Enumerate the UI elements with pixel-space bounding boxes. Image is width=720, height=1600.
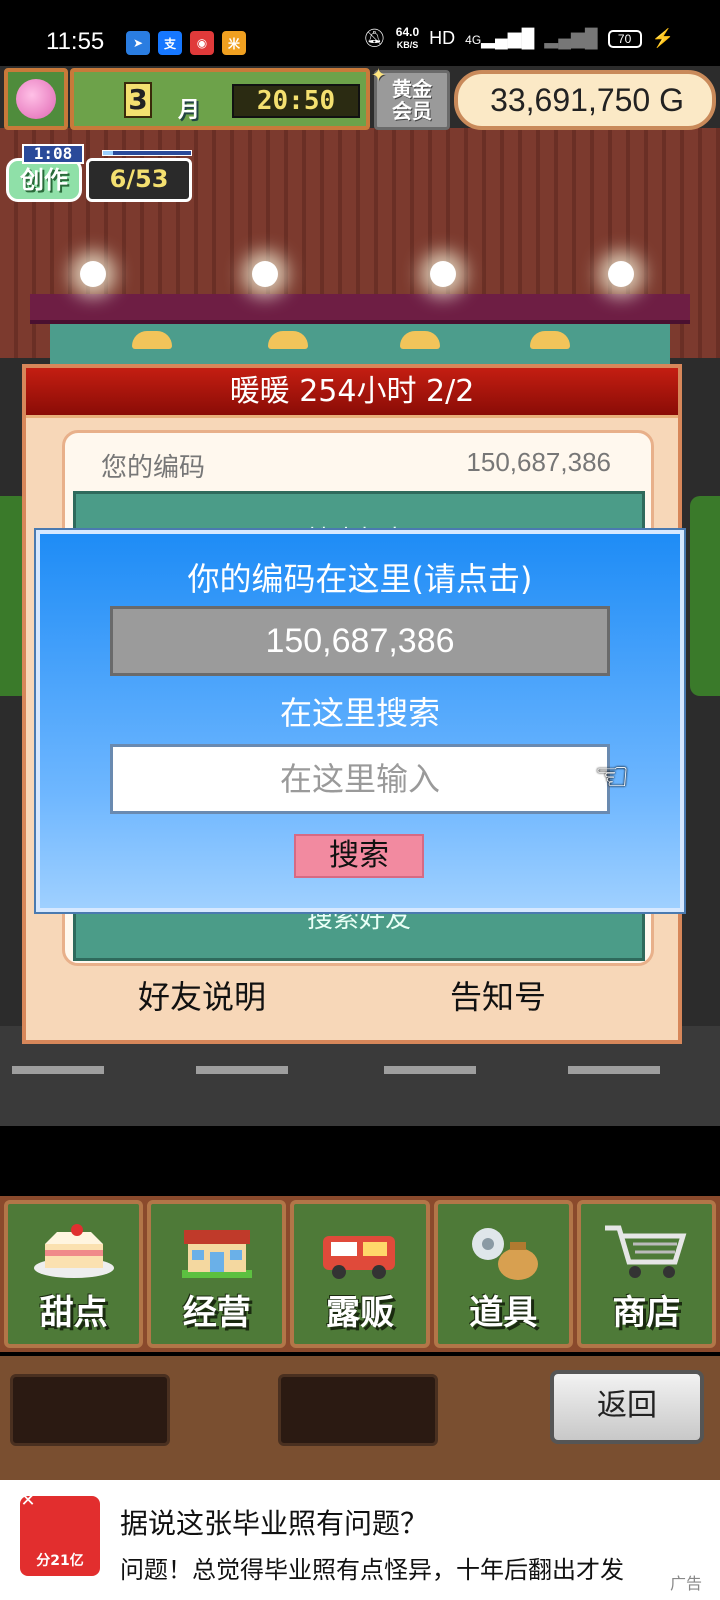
lamp-light bbox=[80, 261, 106, 287]
menu-items[interactable]: 道具 bbox=[433, 1200, 573, 1348]
cake-icon bbox=[31, 1220, 117, 1282]
ad-subtitle[interactable]: 问题！总觉得毕业照有点怪异，十年后翻出才发 bbox=[120, 1550, 720, 1585]
notification-icons: ➤ 支 ◉ 米 bbox=[126, 31, 246, 55]
craft-progress-bar bbox=[102, 150, 192, 156]
status-indicators: 🔕︎ 64.0 KB/S HD 4G▂▄▆█ ▂▄▆█ 70 ⚡ bbox=[363, 26, 674, 51]
empty-slot bbox=[10, 1374, 170, 1446]
signal-2-icon: ▂▄▆█ bbox=[544, 28, 598, 48]
craft-timer: 1:08 bbox=[22, 144, 84, 164]
main-menu: 甜点 经营 露贩 道具 商店 bbox=[0, 1196, 720, 1352]
net-speed: 64.0 KB/S bbox=[395, 25, 420, 50]
cherry-blossom-icon bbox=[16, 79, 56, 119]
road-line bbox=[196, 1066, 288, 1074]
search-dialog: 你的编码在这里(请点击) 150,687,386 在这里搜索 ☜ 搜索 bbox=[36, 530, 684, 912]
ad-title[interactable]: 据说这张毕业照有问题？ bbox=[120, 1502, 428, 1542]
my-code-label: 您的编码 bbox=[101, 452, 206, 482]
season-icon-button[interactable] bbox=[4, 68, 68, 130]
lamp-light bbox=[430, 261, 456, 287]
craft-status[interactable]: 创作 6/53 1:08 bbox=[6, 144, 192, 204]
shop-awning bbox=[30, 294, 690, 324]
menu-stall[interactable]: 露贩 bbox=[290, 1200, 430, 1348]
send-icon: ➤ bbox=[126, 31, 150, 55]
my-code-value: 150,687,386 bbox=[466, 447, 611, 477]
back-button[interactable]: 返回 bbox=[550, 1370, 704, 1444]
friend-info-button[interactable]: 好友说明 bbox=[138, 972, 266, 1018]
craft-count: 6/53 bbox=[86, 158, 192, 202]
close-icon[interactable]: ✕ bbox=[18, 1492, 38, 1512]
month-value: 3 bbox=[124, 82, 152, 118]
alipay-icon: 支 bbox=[158, 31, 182, 55]
empty-slot bbox=[278, 1374, 438, 1446]
pendant-lamp bbox=[400, 331, 440, 349]
status-time: 11:55 bbox=[46, 28, 105, 55]
shop-icon bbox=[174, 1220, 260, 1282]
lamp-light bbox=[608, 261, 634, 287]
food-truck-icon bbox=[317, 1220, 403, 1282]
cart-icon bbox=[603, 1220, 689, 1282]
chat-icon: ◉ bbox=[190, 31, 214, 55]
code-heading: 你的编码在这里(请点击) bbox=[187, 560, 533, 598]
road-line bbox=[384, 1066, 476, 1074]
craft-progress-fill bbox=[103, 151, 113, 155]
search-button[interactable]: 搜索 bbox=[294, 834, 424, 878]
search-heading: 在这里搜索 bbox=[279, 694, 440, 732]
road-line bbox=[12, 1066, 104, 1074]
gold-member-badge[interactable]: ✦ 黄金 会员 bbox=[371, 65, 450, 130]
hd-indicator: HD bbox=[429, 28, 456, 48]
craft-label: 创作 bbox=[6, 158, 82, 202]
battery-icon: 70 bbox=[607, 29, 642, 48]
my-code-display[interactable]: 150,687,386 bbox=[110, 606, 610, 676]
date-display: 3 月 20:50 bbox=[70, 68, 370, 130]
money-display: 33,691,750 G bbox=[454, 70, 716, 130]
notice-button[interactable]: 告知号 bbox=[450, 972, 546, 1018]
lamp-light bbox=[252, 261, 278, 287]
ad-banner[interactable]: 分21亿 ✕ 据说这张毕业照有问题？ 问题！总觉得毕业照有点怪异，十年后翻出才发… bbox=[0, 1480, 720, 1600]
menu-sweets[interactable]: 甜点 bbox=[4, 1200, 144, 1348]
star-icon: ✦ bbox=[371, 65, 387, 86]
signal-icon: 4G▂▄▆█ bbox=[465, 28, 535, 48]
mute-icon: 🔕︎ bbox=[362, 28, 386, 48]
panel-title: 暖暖 254小时 2/2 bbox=[26, 368, 678, 418]
bottom-bar: 返回 bbox=[0, 1356, 720, 1480]
app-icon: 米 bbox=[222, 31, 246, 55]
my-code-row: 您的编码 150,687,386 bbox=[101, 447, 611, 484]
road-line bbox=[568, 1066, 660, 1074]
menu-store[interactable]: 商店 bbox=[576, 1200, 717, 1348]
charging-icon: ⚡ bbox=[651, 28, 674, 48]
pendant-lamp bbox=[132, 331, 172, 349]
menu-management[interactable]: 经营 bbox=[147, 1200, 287, 1348]
ad-tag: 广告 bbox=[669, 1574, 702, 1593]
tree bbox=[690, 496, 720, 696]
status-bar: 11:55 ➤ 支 ◉ 米 🔕︎ 64.0 KB/S HD 4G▂▄▆█ ▂▄▆… bbox=[0, 0, 720, 66]
pointing-hand-icon: ☜ bbox=[594, 754, 630, 800]
friend-code-input[interactable] bbox=[110, 744, 610, 814]
pendant-lamp bbox=[530, 331, 570, 349]
month-unit: 月 bbox=[178, 98, 201, 123]
pendant-lamp bbox=[268, 331, 308, 349]
items-icon bbox=[460, 1220, 546, 1282]
game-clock: 20:50 bbox=[232, 84, 360, 118]
